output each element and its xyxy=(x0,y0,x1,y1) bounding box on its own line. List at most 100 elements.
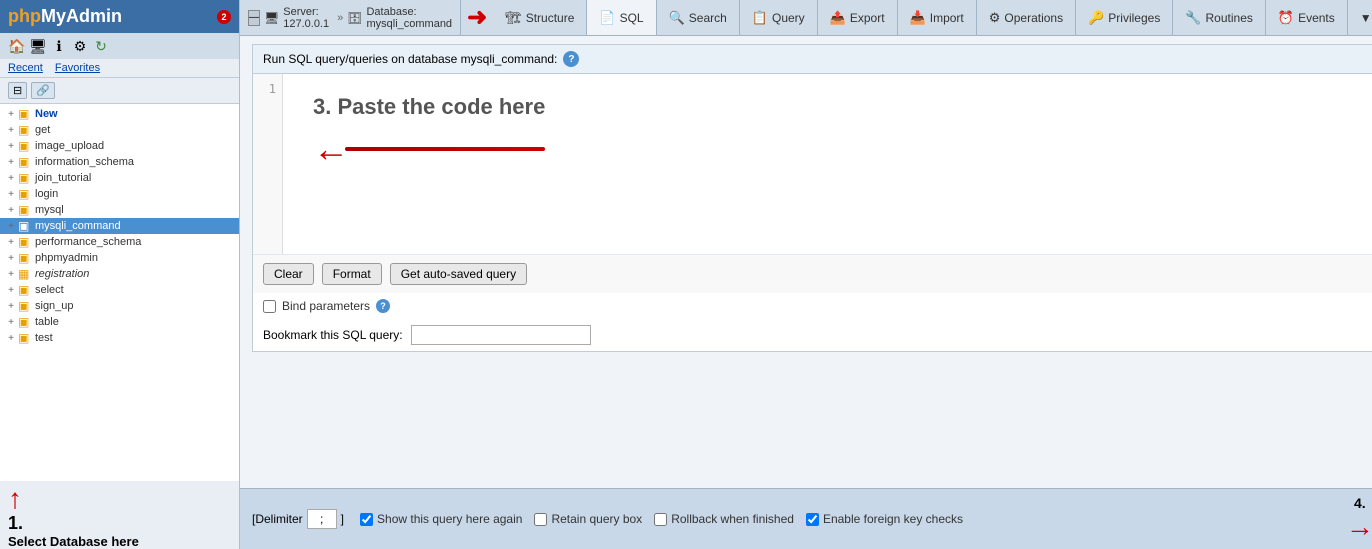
tab-structure[interactable]: 🏗 Structure xyxy=(493,0,587,35)
tab-export-label: Export xyxy=(850,11,885,25)
tree-item-image-upload[interactable]: + ▣ image_upload xyxy=(0,138,239,154)
recent-link[interactable]: Recent xyxy=(8,62,43,74)
expand-icon: + xyxy=(4,315,18,329)
export-icon: 📤 xyxy=(830,10,846,26)
sidebar-icons-row: 🏠 🖥 ℹ ⚙ ↻ xyxy=(0,33,239,59)
server-label: Server: 127.0.0.1 xyxy=(283,6,333,30)
tab-import[interactable]: 📥 Import xyxy=(898,0,977,35)
tree-item-test[interactable]: + ▣ test xyxy=(0,330,239,346)
import-icon: 📥 xyxy=(910,10,926,26)
sidebar: phpMyAdmin 2 🏠 🖥 ℹ ⚙ ↻ Recent Favorites … xyxy=(0,0,240,549)
tree-item-new[interactable]: + ▣ New xyxy=(0,106,239,122)
home-icon[interactable]: 🏠 xyxy=(8,37,26,55)
sql-editor-input[interactable] xyxy=(283,74,1372,254)
tab-privileges[interactable]: 🔑 Privileges xyxy=(1076,0,1173,35)
delimiter-input[interactable] xyxy=(307,509,337,529)
bookmark-row: Bookmark this SQL query: xyxy=(253,319,1372,351)
get-autosaved-button[interactable]: Get auto-saved query xyxy=(390,263,527,285)
line-numbers: 1 xyxy=(253,74,283,254)
bind-help-icon[interactable]: ? xyxy=(376,299,390,313)
retain-query-label: Retain query box xyxy=(551,512,642,526)
tree-item-mysql[interactable]: + ▣ mysql xyxy=(0,202,239,218)
rollback-label: Rollback when finished xyxy=(671,512,794,526)
show-query-checkbox[interactable] xyxy=(360,513,373,526)
clear-button[interactable]: Clear xyxy=(263,263,314,285)
collapse-all-button[interactable]: ⊟ xyxy=(8,82,27,99)
reload-icon[interactable]: 🖥 xyxy=(29,37,47,55)
tab-routines[interactable]: 🔧 Routines xyxy=(1173,0,1266,35)
foreign-key-option[interactable]: Enable foreign key checks xyxy=(806,512,963,526)
tree-item-registration[interactable]: + ▦ registration xyxy=(0,266,239,282)
tab-events-label: Events xyxy=(1298,11,1335,25)
minimize-button[interactable]: — xyxy=(248,10,260,26)
logo-php: php xyxy=(8,6,41,26)
tree-item-get[interactable]: + ▣ get xyxy=(0,122,239,138)
tab-sql[interactable]: 📄 SQL xyxy=(587,0,656,35)
line-number-1: 1 xyxy=(259,82,276,96)
bind-params-checkbox[interactable] xyxy=(263,300,276,313)
db-icon: ▣ xyxy=(18,331,32,345)
db-icon: ▣ xyxy=(18,139,32,153)
annotation-4: 4. → xyxy=(1346,495,1372,543)
retain-query-option[interactable]: Retain query box xyxy=(534,512,642,526)
sql-header-text: Run SQL query/queries on database mysqli… xyxy=(263,52,557,66)
tab-export[interactable]: 📤 Export xyxy=(818,0,898,35)
expand-icon: + xyxy=(4,299,18,313)
tree-item-table[interactable]: + ▣ table xyxy=(0,314,239,330)
tree-item-sign-up[interactable]: + ▣ sign_up xyxy=(0,298,239,314)
show-query-option[interactable]: Show this query here again xyxy=(360,512,522,526)
tab-events[interactable]: ⏰ Events xyxy=(1266,0,1348,35)
annotation-1-text: Select Database here xyxy=(8,534,139,549)
delimiter-close: ] xyxy=(341,512,344,526)
foreign-key-checkbox[interactable] xyxy=(806,513,819,526)
tab-operations[interactable]: ⚙ Operations xyxy=(977,0,1076,35)
server-icon: 🖥 xyxy=(264,11,279,25)
tree-label: select xyxy=(35,284,64,296)
retain-query-checkbox[interactable] xyxy=(534,513,547,526)
expand-icon: + xyxy=(4,251,18,265)
tree-item-phpmyadmin[interactable]: + ▣ phpmyadmin xyxy=(0,250,239,266)
top-bar-left: — 🖥 Server: 127.0.0.1 » 🗄 Database: mysq… xyxy=(240,0,461,35)
expand-icon: + xyxy=(4,155,18,169)
info-icon[interactable]: ℹ xyxy=(50,37,68,55)
db-icon: ▣ xyxy=(18,171,32,185)
logo: phpMyAdmin xyxy=(8,6,122,27)
sql-buttons-row: Clear Format Get auto-saved query xyxy=(253,254,1372,293)
settings-icon[interactable]: ⚙ xyxy=(71,37,89,55)
tab-search[interactable]: 🔍 Search xyxy=(657,0,740,35)
db-icon: ▣ xyxy=(18,283,32,297)
bookmark-input[interactable] xyxy=(411,325,591,345)
sql-editor-container: 1 3. Paste the code here ← xyxy=(253,74,1372,254)
db-icon: ▣ xyxy=(18,203,32,217)
link-button[interactable]: 🔗 xyxy=(31,82,55,99)
tab-query[interactable]: 📋 Query xyxy=(740,0,818,35)
bind-params-row: Bind parameters ? xyxy=(253,293,1372,319)
favorites-link[interactable]: Favorites xyxy=(55,62,100,74)
tab-more[interactable]: ▼ More xyxy=(1348,0,1372,35)
badge: 2 xyxy=(217,10,231,24)
tree-label: phpmyadmin xyxy=(35,252,98,264)
tree-item-mysqli-command[interactable]: + ▣ mysqli_command xyxy=(0,218,239,234)
format-button[interactable]: Format xyxy=(322,263,382,285)
tree-item-join-tutorial[interactable]: + ▣ join_tutorial xyxy=(0,170,239,186)
sql-help-icon[interactable]: ? xyxy=(563,51,579,67)
db-icon: ▣ xyxy=(18,235,32,249)
refresh-icon[interactable]: ↻ xyxy=(92,37,110,55)
expand-icon: + xyxy=(4,123,18,137)
tree-label: login xyxy=(35,188,58,200)
arrow-right-annotation-icon: → xyxy=(1346,511,1372,543)
tab-search-label: Search xyxy=(689,11,727,25)
expand-icon: + xyxy=(4,171,18,185)
rollback-option[interactable]: Rollback when finished xyxy=(654,512,794,526)
tree-item-login[interactable]: + ▣ login xyxy=(0,186,239,202)
tree-label: mysqli_command xyxy=(35,220,121,232)
rollback-checkbox[interactable] xyxy=(654,513,667,526)
tree-item-information-schema[interactable]: + ▣ information_schema xyxy=(0,154,239,170)
tree-label: table xyxy=(35,316,59,328)
tree-item-performance-schema[interactable]: + ▣ performance_schema xyxy=(0,234,239,250)
expand-icon: + xyxy=(4,203,18,217)
tree-label: get xyxy=(35,124,50,136)
tree-label: test xyxy=(35,332,53,344)
tree-label: sign_up xyxy=(35,300,74,312)
tree-item-select[interactable]: + ▣ select xyxy=(0,282,239,298)
